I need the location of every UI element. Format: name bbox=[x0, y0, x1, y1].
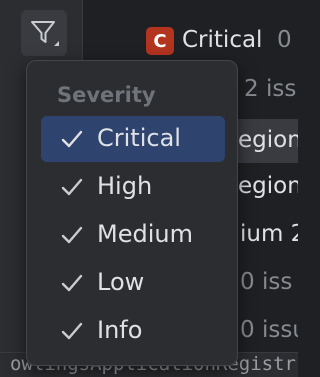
menu-item-label: Info bbox=[97, 316, 143, 344]
check-icon bbox=[61, 178, 83, 196]
critical-label: Critical bbox=[182, 27, 263, 53]
menu-item-label: Critical bbox=[97, 124, 181, 152]
check-icon bbox=[61, 130, 83, 148]
check-icon bbox=[61, 226, 83, 244]
menu-item-label: Low bbox=[97, 268, 145, 296]
menu-item-label: Medium bbox=[97, 220, 193, 248]
menu-header: Severity bbox=[57, 83, 156, 107]
filter-icon bbox=[31, 21, 59, 46]
check-icon bbox=[61, 274, 83, 292]
menu-item-low[interactable]: Low bbox=[41, 260, 225, 306]
menu-item-label: High bbox=[97, 172, 153, 200]
filter-button[interactable] bbox=[21, 10, 67, 56]
menu-item-high[interactable]: High bbox=[41, 164, 225, 210]
row-text: egion bbox=[238, 173, 298, 199]
list-item-critical[interactable]: C Critical 0 bbox=[84, 20, 298, 64]
row-text: 0 iss bbox=[240, 269, 293, 295]
critical-count: 0 bbox=[277, 27, 292, 53]
severity-filter-menu: Severity Critical High Medium Low Info bbox=[26, 60, 238, 366]
row-text: 2 iss bbox=[244, 76, 297, 102]
row-text: egion bbox=[238, 127, 298, 153]
critical-badge-icon: C bbox=[146, 27, 174, 55]
menu-item-critical[interactable]: Critical bbox=[41, 116, 225, 162]
check-icon bbox=[61, 322, 83, 340]
row-text: 0 issu bbox=[240, 317, 298, 343]
row-text: ium 2 bbox=[240, 221, 298, 247]
menu-item-medium[interactable]: Medium bbox=[41, 212, 225, 258]
menu-item-info[interactable]: Info bbox=[41, 308, 225, 354]
